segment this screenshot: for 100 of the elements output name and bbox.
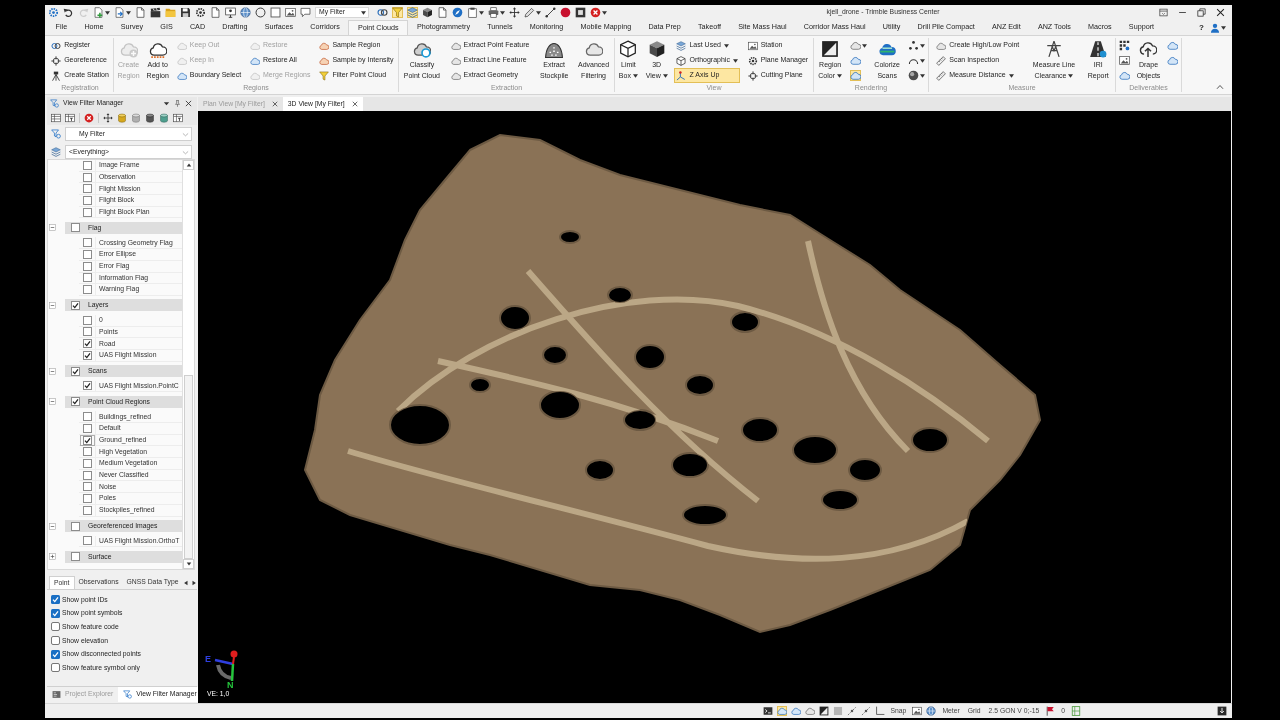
checkbox[interactable] — [82, 505, 92, 515]
printer-icon[interactable] — [488, 7, 499, 18]
collapse-icon[interactable] — [49, 398, 56, 406]
move-arrows-icon[interactable] — [103, 112, 113, 123]
checkbox[interactable] — [82, 238, 92, 248]
checkbox[interactable] — [82, 249, 92, 259]
checkbox[interactable] — [82, 381, 92, 391]
expand-icon[interactable] — [49, 553, 56, 561]
page-arrow-icon[interactable] — [114, 7, 125, 18]
checkbox[interactable] — [51, 663, 60, 673]
link-icon[interactable] — [377, 7, 388, 18]
cloud-icon[interactable] — [849, 40, 861, 51]
checkbox[interactable] — [71, 552, 80, 562]
page-icon[interactable] — [210, 7, 221, 18]
checkbox[interactable] — [51, 608, 60, 618]
close-icon[interactable] — [1216, 8, 1225, 17]
dashed-line-icon[interactable] — [860, 706, 871, 716]
speech-bubble-icon[interactable] — [300, 7, 311, 18]
close-icon[interactable] — [590, 7, 601, 18]
monitor-icon[interactable] — [225, 7, 236, 18]
dots-icon[interactable] — [907, 40, 919, 51]
cube-icon[interactable] — [422, 7, 433, 18]
checkbox[interactable] — [82, 195, 92, 205]
triangle-left-icon[interactable] — [182, 579, 189, 586]
table-icon[interactable] — [65, 112, 75, 123]
database-icon[interactable] — [159, 112, 169, 123]
flag-icon[interactable] — [1045, 706, 1056, 716]
compass-icon[interactable] — [452, 7, 463, 18]
pin-icon[interactable] — [174, 100, 181, 107]
collapse-icon[interactable] — [49, 301, 56, 309]
checkbox[interactable] — [82, 482, 92, 492]
chevron-up-icon[interactable] — [1216, 83, 1224, 91]
checkbox[interactable] — [51, 636, 60, 646]
checkbox[interactable] — [82, 412, 92, 422]
page-icon[interactable] — [437, 7, 448, 18]
database-icon[interactable] — [145, 112, 155, 123]
checkbox[interactable] — [82, 273, 92, 283]
grid-icon[interactable] — [1118, 40, 1130, 51]
scrollbar-thumb[interactable] — [184, 374, 193, 560]
circle-icon[interactable] — [255, 7, 266, 18]
cloud-icon[interactable] — [849, 55, 861, 66]
dashed-line-icon[interactable] — [846, 706, 857, 716]
checkbox[interactable] — [51, 622, 60, 632]
checkbox[interactable] — [82, 261, 92, 271]
triangle-right-icon[interactable] — [190, 579, 197, 586]
corner-icon[interactable] — [874, 706, 885, 716]
caret-icon[interactable] — [163, 100, 170, 107]
stop-icon[interactable] — [575, 7, 586, 18]
download-icon[interactable] — [1217, 706, 1227, 716]
checkbox[interactable] — [82, 423, 92, 433]
checkbox[interactable] — [82, 447, 92, 457]
layers-icon[interactable] — [407, 7, 418, 18]
move-arrows-icon[interactable] — [509, 7, 520, 18]
table-icon[interactable] — [173, 112, 183, 123]
page-plus-icon[interactable] — [93, 7, 104, 18]
restore-icon[interactable] — [1197, 8, 1206, 17]
record-icon[interactable] — [560, 7, 571, 18]
globe-icon[interactable] — [926, 706, 937, 716]
checkbox[interactable] — [82, 315, 92, 325]
checkbox[interactable] — [82, 458, 92, 468]
close-icon[interactable] — [185, 100, 192, 107]
image-icon[interactable] — [285, 7, 296, 18]
checkbox[interactable] — [82, 536, 92, 546]
checkbox[interactable] — [71, 223, 80, 233]
clipboard-icon[interactable] — [467, 7, 478, 18]
split-square-icon[interactable] — [818, 706, 829, 716]
globe-icon[interactable] — [240, 7, 251, 18]
checkbox[interactable] — [82, 184, 92, 194]
checkbox[interactable] — [51, 595, 60, 605]
checkbox[interactable] — [82, 172, 92, 182]
checkbox[interactable] — [79, 434, 95, 446]
cloud-icon[interactable] — [1167, 55, 1179, 66]
cloud-icon[interactable] — [1167, 40, 1179, 51]
collapse-icon[interactable] — [49, 367, 56, 375]
save-icon[interactable] — [180, 7, 191, 18]
collapse-icon[interactable] — [49, 522, 56, 530]
help-button[interactable]: ? — [1193, 20, 1210, 35]
checkbox[interactable] — [82, 350, 92, 360]
triangle-up-icon[interactable] — [185, 161, 192, 168]
square-icon[interactable] — [270, 7, 281, 18]
checkbox[interactable] — [82, 285, 92, 295]
checkbox[interactable] — [82, 493, 92, 503]
close-icon[interactable] — [351, 101, 358, 107]
checkbox[interactable] — [82, 339, 92, 349]
cloud-icon[interactable] — [849, 70, 861, 81]
checkbox[interactable] — [71, 300, 80, 310]
gear-icon[interactable] — [195, 7, 206, 18]
image-icon[interactable] — [912, 706, 923, 716]
checkbox[interactable] — [71, 521, 80, 531]
checkbox[interactable] — [82, 470, 92, 480]
image-icon[interactable] — [1118, 55, 1130, 66]
checkbox[interactable] — [71, 366, 80, 376]
checkbox[interactable] — [82, 207, 92, 217]
sphere-icon[interactable] — [907, 70, 919, 81]
pen-icon[interactable] — [524, 7, 535, 18]
checkbox[interactable] — [82, 160, 92, 170]
checkbox[interactable] — [71, 397, 80, 407]
line-icon[interactable] — [545, 7, 556, 18]
triangle-down-icon[interactable] — [185, 561, 192, 568]
clapperboard-icon[interactable] — [150, 7, 161, 18]
